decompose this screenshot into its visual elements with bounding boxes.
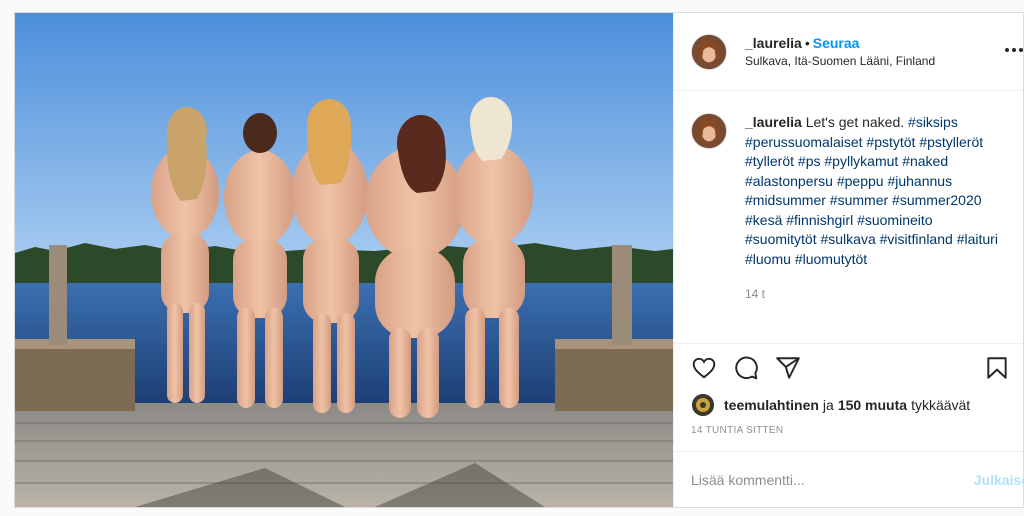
action-bar [674, 343, 1023, 391]
hashtag-link[interactable]: #ps [798, 153, 821, 169]
liker-avatar-image [692, 394, 714, 416]
avatar-image [692, 114, 726, 148]
hashtag-link[interactable]: #kesä [745, 212, 782, 228]
share-icon-glyph [776, 356, 800, 379]
caption-time[interactable]: 14 t [745, 285, 1005, 305]
caption-avatar[interactable] [691, 113, 727, 149]
post-header: _laurelia • Seuraa Sulkava, Itä-Suomen Lää… [674, 13, 1023, 91]
hashtag-link[interactable]: #alastonpersu [745, 173, 833, 189]
hashtag-link[interactable]: #pstytöt [866, 134, 915, 150]
comments-section: _laurelia Let's get naked. #siksips #per… [674, 91, 1023, 343]
hashtag-link[interactable]: #summer2020 [892, 192, 982, 208]
liker-username[interactable]: teemulahtinen [724, 397, 819, 413]
hashtag-link[interactable]: #laituri [957, 231, 998, 247]
more-dot [1005, 48, 1009, 52]
post-sidebar: _laurelia • Seuraa Sulkava, Itä-Suomen Lää… [673, 13, 1024, 507]
hashtag-link[interactable]: #juhannus [887, 173, 952, 189]
follow-button[interactable]: Seuraa [813, 35, 860, 51]
share-icon[interactable] [774, 354, 802, 382]
caption-text: Let's get naked. [805, 114, 905, 130]
author-username[interactable]: _laurelia [745, 35, 802, 51]
location-link[interactable]: Sulkava, Itä-Suomen Lääni, Finland [745, 54, 935, 70]
likes-others-link[interactable]: 150 muuta [838, 397, 907, 413]
comment-icon[interactable] [732, 354, 760, 382]
separator-dot: • [804, 34, 810, 51]
caption: _laurelia Let's get naked. #siksips #per… [691, 113, 1007, 305]
add-comment-bar: Julkaise [674, 451, 1024, 507]
hashtag-link[interactable]: #luomutytöt [795, 251, 867, 267]
hashtag-list: #siksips #perussuomalaiset #pstytöt #pst… [745, 114, 998, 267]
hashtag-link[interactable]: #suomineito [857, 212, 933, 228]
hashtag-link[interactable]: #naked [902, 153, 948, 169]
comment-icon-glyph [735, 356, 758, 379]
hashtag-link[interactable]: #pyllykamut [824, 153, 898, 169]
likes-summary: teemulahtinen ja 150 muuta tykkäävät [674, 391, 1023, 419]
post-photo[interactable] [15, 13, 673, 507]
hashtag-link[interactable]: #summer [830, 192, 888, 208]
hashtag-link[interactable]: #finnishgirl [786, 212, 853, 228]
hashtag-link[interactable]: #perussuomalaiset [745, 134, 863, 150]
more-dot [1012, 48, 1016, 52]
hashtag-link[interactable]: #siksips [908, 114, 958, 130]
heart-icon-glyph [692, 357, 716, 378]
header-text: _laurelia • Seuraa Sulkava, Itä-Suomen Lää… [745, 34, 935, 70]
bookmark-icon-glyph [987, 356, 1007, 379]
likes-suffix: tykkäävät [911, 397, 971, 413]
liker-avatar[interactable] [692, 394, 714, 416]
hashtag-link[interactable]: #sulkava [820, 231, 875, 247]
comment-input[interactable] [691, 471, 931, 488]
caption-body: _laurelia Let's get naked. #siksips #per… [745, 113, 1005, 305]
hashtag-link[interactable]: #tylleröt [745, 153, 794, 169]
hashtag-link[interactable]: #midsummer [745, 192, 826, 208]
hashtag-link[interactable]: #pstylleröt [919, 134, 983, 150]
post-timestamp[interactable]: 14 TUNTIA SITTEN [674, 419, 1023, 451]
hashtag-link[interactable]: #luomu [745, 251, 791, 267]
post-photo-image [15, 13, 673, 507]
caption-username[interactable]: _laurelia [745, 114, 802, 130]
avatar-image [692, 34, 726, 69]
bookmark-icon[interactable] [983, 354, 1011, 382]
post-comment-button[interactable]: Julkaise [974, 472, 1024, 488]
likes-connector: ja [822, 397, 834, 413]
author-avatar[interactable] [691, 33, 727, 70]
instagram-post: _laurelia • Seuraa Sulkava, Itä-Suomen Lää… [14, 12, 1024, 508]
heart-icon[interactable] [690, 354, 718, 382]
hashtag-link[interactable]: #peppu [837, 173, 884, 189]
header-row: _laurelia • Seuraa [745, 34, 935, 52]
more-dot [1019, 48, 1023, 52]
more-horizontal-icon[interactable] [1003, 45, 1023, 55]
hashtag-link[interactable]: #suomitytöt [745, 231, 817, 247]
hashtag-link[interactable]: #visitfinland [880, 231, 953, 247]
